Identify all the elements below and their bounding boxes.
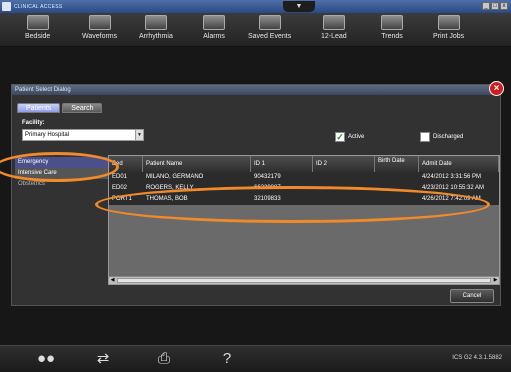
active-checkbox[interactable]: ✓ Active <box>335 132 364 142</box>
version-label: ICS G2 4.3.1.5882 <box>452 355 502 361</box>
checkmark-icon: ✓ <box>335 132 345 142</box>
empty-checkbox-icon: ✓ <box>420 132 430 142</box>
bedside-icon <box>26 15 49 30</box>
cell-name: MILANO, GERMANO <box>146 174 204 180</box>
col-patient-name[interactable]: Patient Name <box>143 156 251 172</box>
transfer-icon[interactable]: ⇄ <box>89 349 117 369</box>
discharged-label: Discharged <box>433 134 464 140</box>
chevron-down-icon[interactable]: ▼ <box>135 130 143 140</box>
col-id1[interactable]: ID 1 <box>251 156 313 172</box>
bottom-toolbar: ●● ⇄ ⎙ ? ICS G2 4.3.1.5882 <box>0 345 511 372</box>
scroll-left-icon[interactable]: ◀ <box>109 277 116 284</box>
help-icon[interactable]: ? <box>213 349 241 369</box>
dialog-title: Patient Select Dialog <box>12 85 500 95</box>
tab-patients[interactable]: Patients <box>17 103 61 113</box>
collapse-toggle[interactable]: ▼ <box>283 1 315 12</box>
patients-group-icon[interactable]: ●● <box>32 349 60 369</box>
arrhythmia-icon <box>144 15 167 30</box>
nav-saved-events[interactable]: Saved Events <box>248 15 291 40</box>
restore-icon[interactable]: □ <box>491 2 499 10</box>
waveforms-icon <box>88 15 111 30</box>
active-label: Active <box>348 134 365 140</box>
table-header: Bed Patient Name ID 1 ID 2 Birth Date Ad… <box>109 156 499 172</box>
tab-search[interactable]: Search <box>62 103 103 113</box>
cancel-button[interactable]: Cancel <box>450 289 494 303</box>
nav-print-jobs[interactable]: Print Jobs <box>433 15 464 40</box>
cell-id1: 90432179 <box>254 174 281 180</box>
nav-waveforms[interactable]: Waveforms <box>82 15 117 40</box>
printer-icon[interactable]: ⎙ <box>150 349 178 369</box>
horizontal-scrollbar[interactable]: ◀ ▶ <box>109 276 499 284</box>
facility-label: Facility: <box>22 120 45 126</box>
close-window-icon[interactable]: x <box>500 2 508 10</box>
print-jobs-icon <box>437 15 460 30</box>
discharged-checkbox[interactable]: ✓ Discharged <box>420 132 463 142</box>
table-row[interactable]: ED01 MILANO, GERMANO 90432179 4/24/2012 … <box>109 172 499 183</box>
minimize-icon[interactable]: _ <box>482 2 490 10</box>
twelve-lead-icon <box>322 15 345 30</box>
cell-bed: ED01 <box>112 174 128 180</box>
top-navigation: Bedside Waveforms Arrhythmia Alarms Save… <box>0 13 511 47</box>
col-admit-date[interactable]: Admit Date <box>419 156 499 172</box>
nav-alarms[interactable]: Alarms <box>203 15 225 40</box>
scroll-right-icon[interactable]: ▶ <box>492 277 499 284</box>
scroll-thumb[interactable] <box>117 278 491 283</box>
app-icon <box>2 2 11 11</box>
window-controls: _ □ x <box>482 2 508 10</box>
dialog-close-icon[interactable]: × <box>489 81 504 96</box>
alarms-icon <box>203 15 225 30</box>
nav-arrhythmia[interactable]: Arrhythmia <box>139 15 173 40</box>
trends-icon <box>381 15 403 30</box>
nav-bedside[interactable]: Bedside <box>25 15 50 40</box>
window-title: CLINICAL ACCESS <box>14 3 63 10</box>
nav-trends[interactable]: Trends <box>381 15 403 40</box>
window-title-bar: CLINICAL ACCESS ▼ _ □ x <box>0 0 511 13</box>
nav-12-lead[interactable]: 12-Lead <box>321 15 347 40</box>
facility-select[interactable]: Primary Hospital ▼ <box>22 129 144 141</box>
cell-admit: 4/24/2012 3:31:56 PM <box>422 174 482 180</box>
dialog-tabs: Patients Search <box>17 103 103 113</box>
saved-events-icon <box>258 15 281 30</box>
col-id2[interactable]: ID 2 <box>313 156 375 172</box>
annotation-ellipse-row <box>95 186 490 223</box>
col-birth-date[interactable]: Birth Date <box>375 156 419 172</box>
facility-value: Primary Hospital <box>25 132 70 138</box>
